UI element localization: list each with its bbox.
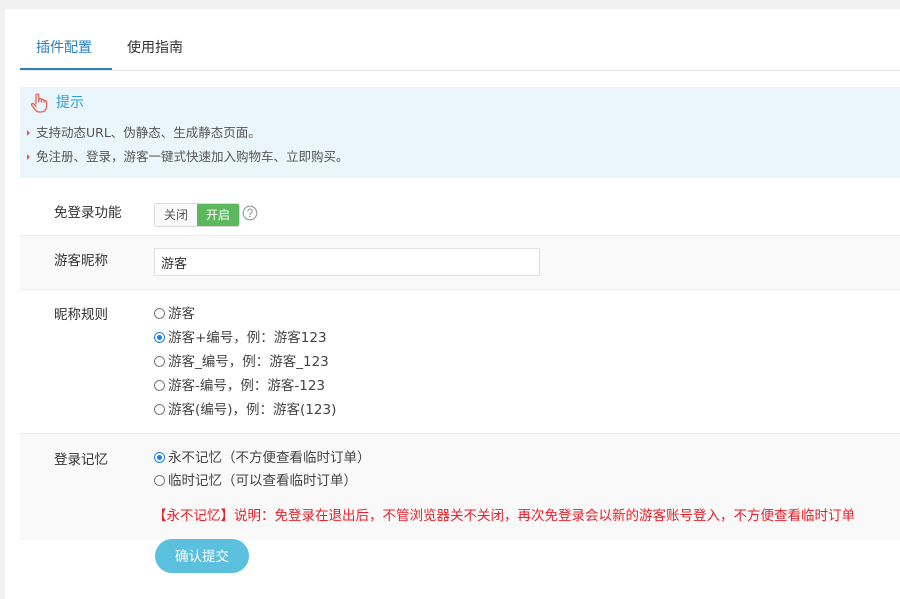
tip-line: 支持动态URL、伪静态、生成静态页面。 [27, 125, 261, 141]
login-free-toggle[interactable]: 关闭 开启 [154, 203, 240, 227]
login-memory-label: 登录记忆 [54, 452, 108, 468]
tip-line-text: 支持动态URL、伪静态、生成静态页面。 [36, 125, 261, 140]
login-memory-note: 【永不记忆】说明：免登录在退出后，不管浏览器关不关闭，再次免登录会以新的游客账号… [153, 508, 855, 524]
radio-button[interactable] [154, 356, 165, 367]
radio-label: 游客-编号，例：游客-123 [168, 378, 326, 394]
radio-option[interactable]: 临时记忆（可以查看临时订单） [154, 471, 357, 491]
radio-button[interactable] [154, 332, 165, 343]
radio-option[interactable]: 游客+编号，例：游客123 [154, 328, 327, 348]
submit-button[interactable]: 确认提交 [155, 539, 249, 573]
radio-button[interactable] [154, 404, 165, 415]
radio-option[interactable]: 游客(编号)，例：游客(123) [154, 400, 336, 420]
radio-label: 临时记忆（可以查看临时订单） [168, 473, 357, 489]
tab-usage-guide[interactable]: 使用指南 [127, 38, 183, 58]
tip-box: 提示 支持动态URL、伪静态、生成静态页面。 免注册、登录，游客一键式快速加入购… [20, 87, 900, 178]
toggle-on-option[interactable]: 开启 [197, 204, 239, 226]
tip-title: 提示 [56, 95, 84, 111]
toggle-off-option[interactable]: 关闭 [155, 204, 197, 226]
nickname-input[interactable] [154, 248, 540, 276]
radio-label: 游客 [168, 306, 195, 322]
tip-line: 免注册、登录，游客一键式快速加入购物车、立即购买。 [27, 149, 349, 165]
form-row-login-free: 免登录功能 关闭 开启 [20, 190, 900, 235]
form-row-login-memory: 登录记忆 永不记忆（不方便查看临时订单） 临时记忆（可以查看临时订单） 【永不记… [20, 433, 900, 540]
tab-bar: 插件配置 使用指南 [20, 9, 900, 71]
radio-option[interactable]: 游客 [154, 304, 195, 324]
radio-button[interactable] [154, 475, 165, 486]
radio-option[interactable]: 游客-编号，例：游客-123 [154, 376, 325, 396]
nickname-label: 游客昵称 [54, 253, 108, 269]
radio-label: 永不记忆（不方便查看临时订单） [168, 450, 371, 466]
radio-option[interactable]: 永不记忆（不方便查看临时订单） [154, 448, 371, 468]
form-row-nickname: 游客昵称 [20, 235, 900, 290]
active-tab-indicator [20, 68, 112, 70]
radio-label: 游客(编号)，例：游客(123) [168, 402, 337, 418]
question-circle-icon[interactable] [242, 205, 258, 221]
tip-line-text: 免注册、登录，游客一键式快速加入购物车、立即购买。 [36, 149, 349, 164]
radio-button[interactable] [154, 308, 165, 319]
radio-option[interactable]: 游客_编号，例：游客_123 [154, 352, 329, 372]
hand-pointer-icon [28, 92, 50, 114]
bullet-icon [27, 154, 30, 160]
bullet-icon [27, 130, 30, 136]
tab-plugin-config[interactable]: 插件配置 [36, 38, 92, 58]
form-row-nickname-rule: 昵称规则 游客 游客+编号，例：游客123 游客_编号，例：游客_123 游客-… [20, 289, 900, 434]
login-free-label: 免登录功能 [54, 205, 122, 221]
radio-label: 游客+编号，例：游客123 [168, 330, 327, 346]
radio-label: 游客_编号，例：游客_123 [168, 354, 329, 370]
radio-button[interactable] [154, 452, 165, 463]
radio-button[interactable] [154, 380, 165, 391]
main-panel: 插件配置 使用指南 提示 支持动态URL、伪静态、生成静态页面。 免注册、登录，… [5, 9, 900, 599]
nickname-rule-label: 昵称规则 [54, 307, 108, 323]
